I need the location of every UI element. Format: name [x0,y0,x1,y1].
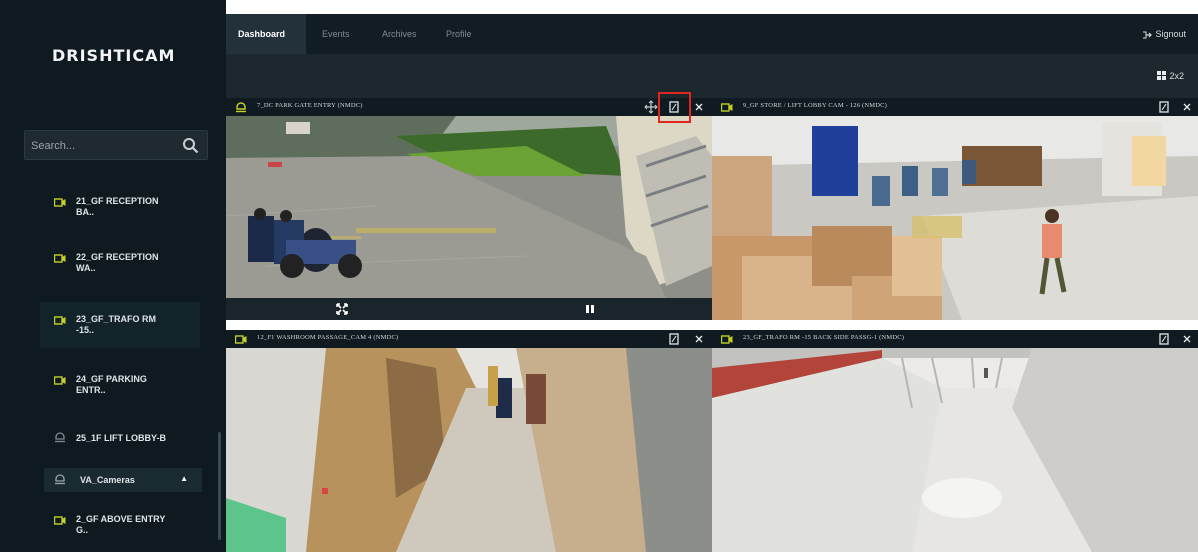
video-frame [712,116,1198,320]
sidebar-item-label: 22_GF RECEPTION [76,252,159,262]
layout-selector[interactable]: 2x2 [1157,71,1184,81]
sidebar-item-label: 25_1F LIFT LOBBY-B [76,433,167,443]
tile-title: 7_DC PARK GATE ENTRY (NMDC) [257,102,363,109]
grid-layout-icon [1157,71,1167,80]
signout-icon [1143,31,1153,39]
camera-feed-trafo-back-passage[interactable] [712,348,1198,552]
camera-icon [235,335,247,344]
camera-tile-3: 12_F1 WASHROOM PASSAGE_CAM 4 (NMDC) [226,330,712,552]
camera-icon [721,103,733,112]
camera-feed-parking-gate[interactable] [226,116,712,320]
expand-icon[interactable] [667,332,681,346]
sidebar-item-sublabel: BA.. [76,207,94,217]
ptz-camera-icon [236,102,246,113]
sidebar-item-label: 24_GF PARKING [76,374,147,384]
expand-icon[interactable] [1157,100,1171,114]
sidebar-item-25-1f-lift-lobby[interactable]: 25_1F LIFT LOBBY-B [40,428,200,448]
move-icon[interactable] [644,100,658,114]
fullscreen-icon[interactable] [336,303,348,315]
sidebar-group-va-cameras[interactable]: VA_Cameras ▲ [44,468,202,492]
sidebar-item-23-gf-trafo-rm[interactable]: 23_GF_TRAFO RM -15.. [40,302,200,348]
sidebar-item-label: 2_GF ABOVE ENTRY [76,514,166,524]
tile-title: 9_GF STORE / LIFT LOBBY CAM - 126 (NMDC) [743,102,888,109]
sidebar-item-2-gf-above-entry[interactable]: 2_GF ABOVE ENTRY G.. [40,506,200,546]
playback-controls [226,298,712,320]
tile-header: 9_GF STORE / LIFT LOBBY CAM - 126 (NMDC) [712,98,1198,116]
highlight-box [658,92,691,123]
sidebar-item-24-gf-parking[interactable]: 24_GF PARKING ENTR.. [40,366,200,406]
camera-tile-2: 9_GF STORE / LIFT LOBBY CAM - 126 (NMDC) [712,98,1198,320]
tab-events[interactable]: Events [310,14,362,54]
ptz-camera-icon [55,474,65,485]
camera-feed-store-lift-lobby[interactable] [712,116,1198,320]
sidebar-scrollbar[interactable] [218,432,221,540]
camera-tile-1: 7_DC PARK GATE ENTRY (NMDC) [226,92,712,320]
tab-dashboard[interactable]: Dashboard [226,14,306,54]
signout-label: Signout [1155,29,1186,39]
sidebar-group-label: VA_Cameras [80,475,135,485]
search-icon[interactable] [182,137,199,154]
camera-icon [54,254,66,263]
layout-toolbar: 2x2 [226,54,1198,98]
camera-icon [721,335,733,344]
camera-icon [54,376,66,385]
camera-icon [54,516,66,525]
sidebar-item-label: 21_GF RECEPTION [76,196,159,206]
collapse-caret-icon[interactable]: ▲ [180,473,188,484]
tile-header: 23_GF_TRAFO RM -15 BACK SIDE PASSG-1 (NM… [712,330,1198,348]
close-icon[interactable] [692,332,706,346]
sidebar-item-sublabel: G.. [76,525,89,535]
sidebar-item-22-gf-reception[interactable]: 22_GF RECEPTION WA.. [40,244,200,284]
tile-header: 7_DC PARK GATE ENTRY (NMDC) [226,98,712,116]
tab-profile[interactable]: Profile [434,14,484,54]
tab-archives[interactable]: Archives [370,14,429,54]
tile-title: 23_GF_TRAFO RM -15 BACK SIDE PASSG-1 (NM… [743,334,905,341]
layout-label: 2x2 [1169,71,1184,81]
expand-icon[interactable] [1157,332,1171,346]
search-input[interactable] [31,138,181,154]
camera-feed-washroom-passage[interactable] [226,348,712,552]
sidebar-item-21-gf-reception[interactable]: 21_GF RECEPTION BA.. [40,188,200,228]
close-icon[interactable] [1180,332,1194,346]
sidebar-item-sublabel: WA.. [76,263,96,273]
tile-title: 12_F1 WASHROOM PASSAGE_CAM 4 (NMDC) [257,334,399,341]
tile-header: 12_F1 WASHROOM PASSAGE_CAM 4 (NMDC) [226,330,712,348]
video-frame [226,348,712,552]
video-frame [712,348,1198,552]
sidebar-item-label: 23_GF_TRAFO RM [76,314,157,324]
app-logo: DRISHTICAM [52,46,176,65]
top-nav: Dashboard Events Archives Profile Signou… [226,14,1198,54]
sidebar: DRISHTICAM 21_GF RECEPTION BA.. 22_GF RE… [0,0,226,552]
ptz-camera-icon [55,432,65,443]
camera-tile-4: 23_GF_TRAFO RM -15 BACK SIDE PASSG-1 (NM… [712,330,1198,552]
sidebar-item-sublabel: -15.. [76,325,95,335]
camera-icon [54,316,66,325]
close-icon[interactable] [692,100,706,114]
video-frame [226,116,712,320]
camera-icon [54,198,66,207]
sidebar-item-sublabel: ENTR.. [76,385,106,395]
close-icon[interactable] [1180,100,1194,114]
signout-button[interactable]: Signout [1143,14,1186,54]
pause-icon[interactable] [585,304,595,314]
search-box [24,130,208,160]
